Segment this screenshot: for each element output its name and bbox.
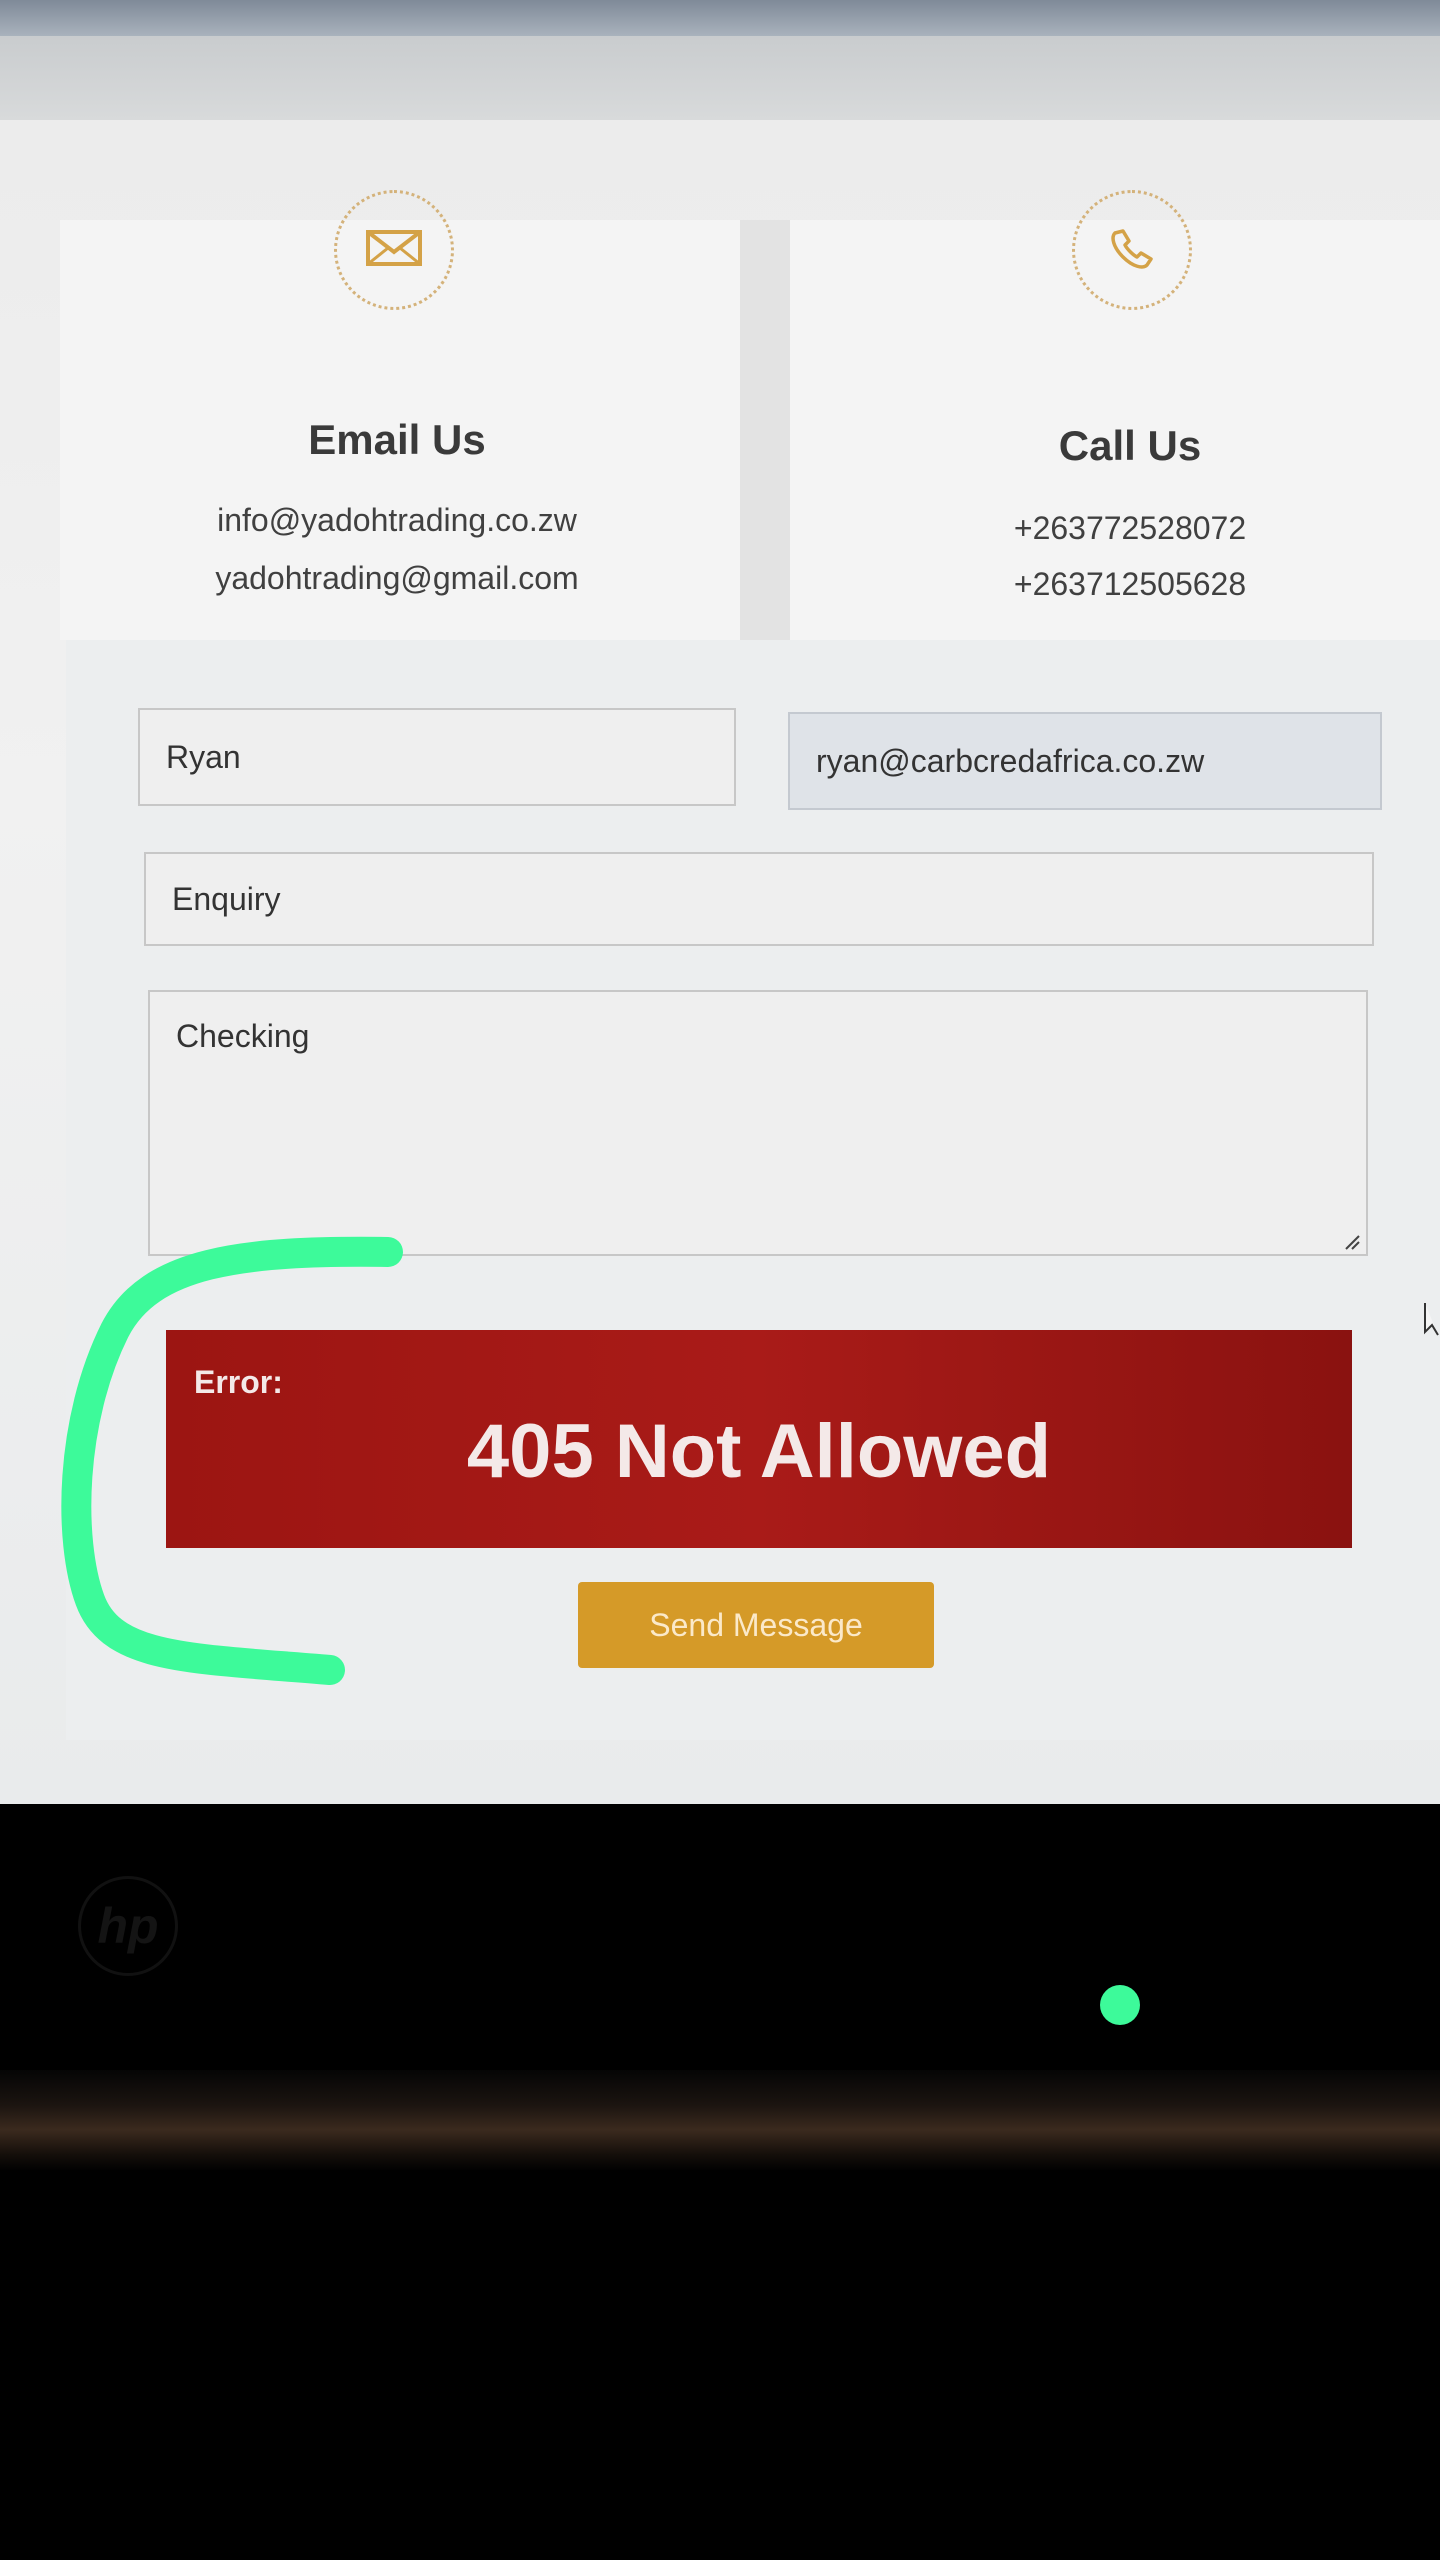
name-field-value: Ryan — [166, 738, 241, 775]
error-label: Error: — [194, 1364, 283, 1400]
subject-field[interactable]: Enquiry — [144, 852, 1374, 946]
send-message-button[interactable]: Send Message — [578, 1582, 934, 1668]
laptop-hinge-edge — [0, 2070, 1440, 2170]
hp-logo: hp — [78, 1876, 178, 1976]
email-line-1[interactable]: info@yadohtrading.co.zw — [147, 502, 647, 539]
email-card: Email Us info@yadohtrading.co.zw yadohtr… — [60, 190, 740, 640]
email-us-title: Email Us — [308, 416, 486, 463]
phone-line-1[interactable]: +263772528072 — [880, 510, 1380, 547]
error-banner: Error: 405 Not Allowed — [166, 1330, 1352, 1548]
mouse-cursor-icon — [1424, 1303, 1439, 1336]
subject-field-value: Enquiry — [172, 880, 281, 917]
call-us-title: Call Us — [1058, 422, 1202, 469]
phone-icon — [1072, 190, 1192, 310]
annotation-dot — [1100, 1985, 1140, 2025]
monitor-top-edge — [0, 0, 1440, 36]
browser-top-band — [0, 36, 1440, 126]
envelope-icon — [334, 190, 454, 310]
error-title: 405 Not Allowed — [466, 1409, 1052, 1494]
email-field-value: ryan@carbcredafrica.co.zw — [816, 742, 1205, 779]
phone-line-2[interactable]: +263712505628 — [880, 566, 1380, 603]
email-line-2[interactable]: yadohtrading@gmail.com — [147, 560, 647, 597]
message-textarea-value: Checking — [176, 1018, 310, 1054]
email-field[interactable]: ryan@carbcredafrica.co.zw — [788, 712, 1382, 810]
card-divider — [740, 220, 790, 660]
message-textarea[interactable]: Checking — [148, 990, 1368, 1256]
resize-handle-icon[interactable] — [1342, 1232, 1360, 1250]
name-field[interactable]: Ryan — [138, 708, 736, 806]
call-card: Call Us +263772528072 +263712505628 — [790, 190, 1440, 640]
